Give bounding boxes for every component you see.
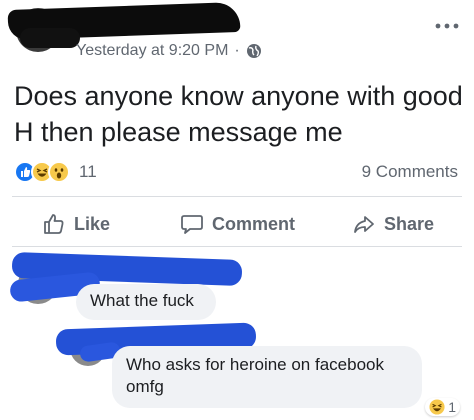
- haha-reaction-icon: [429, 399, 445, 415]
- divider: [12, 246, 462, 247]
- like-button[interactable]: Like: [42, 206, 110, 242]
- comment-reaction-count: 1: [448, 399, 456, 415]
- post-timestamp[interactable]: Yesterday at 9:20 PM: [76, 42, 228, 60]
- share-icon: [354, 216, 374, 233]
- like-label: Like: [74, 213, 111, 234]
- comment-text: What the fuck: [90, 291, 194, 310]
- comment-icon: [181, 215, 203, 234]
- comment-bubble: What the fuck: [76, 284, 216, 320]
- reaction-count: 11: [79, 162, 97, 181]
- wow-reaction-icon: [48, 161, 70, 183]
- action-bar: Like Comment Share: [0, 206, 474, 242]
- comment-reaction-badge[interactable]: 1: [425, 398, 460, 416]
- comments-count[interactable]: 9 Comments: [362, 162, 458, 182]
- share-label: Share: [384, 213, 435, 234]
- share-button[interactable]: Share: [352, 206, 434, 242]
- comment-button[interactable]: Comment: [180, 206, 295, 242]
- comment-bubble: Who asks for heroine on facebook omfg: [112, 346, 422, 408]
- comment: Who asks for heroine on facebook omfg: [112, 346, 422, 408]
- like-icon: [44, 214, 64, 234]
- reactions-summary[interactable]: 11: [14, 160, 97, 184]
- post-header: Yesterday at 9:20 PM ·: [0, 0, 474, 70]
- globe-icon: [246, 43, 262, 59]
- more-options-icon[interactable]: [434, 18, 460, 30]
- comment-label: Comment: [212, 213, 296, 234]
- comment-text: Who asks for heroine on facebook omfg: [126, 355, 384, 396]
- meta-separator: ·: [234, 42, 240, 59]
- post-meta: Yesterday at 9:20 PM ·: [76, 42, 262, 60]
- redacted-avatar-mark: [20, 28, 80, 48]
- post-text: Does anyone know anyone with good H then…: [14, 81, 463, 147]
- divider: [12, 196, 462, 197]
- comment: What the fuck: [76, 284, 216, 320]
